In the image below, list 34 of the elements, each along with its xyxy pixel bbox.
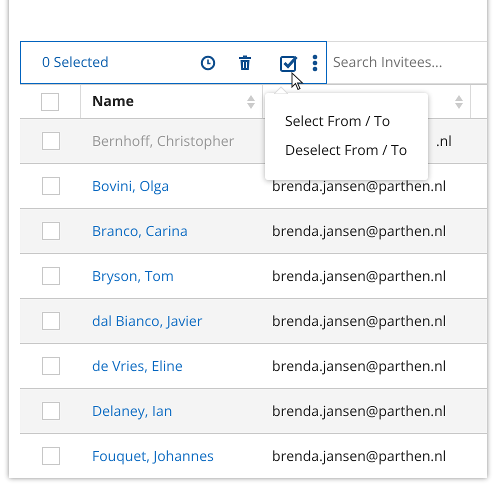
more-icon[interactable] <box>312 54 318 72</box>
email-cell: brenda.jansen@parthen.nl <box>272 220 446 242</box>
invitee-name[interactable]: de Vries, Eline <box>92 356 183 376</box>
invitee-name[interactable]: dal Bianco, Javier <box>92 310 202 332</box>
email-cell: brenda.jansen@parthen.nl <box>272 176 446 196</box>
invitee-name[interactable]: Fouquet, Johannes <box>92 446 214 466</box>
trash-icon[interactable] <box>238 54 252 70</box>
checkbox[interactable] <box>42 357 60 375</box>
checkbox[interactable] <box>42 402 60 420</box>
checkbox[interactable] <box>42 447 60 465</box>
checkbox-icon[interactable] <box>280 54 298 72</box>
checkbox[interactable] <box>42 312 60 330</box>
email-cell: brenda.jansen@parthen.nl <box>272 400 446 422</box>
email-cell: brenda.jansen@parthen.nl <box>272 356 446 376</box>
menu-item[interactable]: Select From / To <box>265 107 428 136</box>
search-field[interactable]: Search Invitees... <box>327 41 487 84</box>
invitee-name[interactable]: Bryson, Tom <box>92 266 174 286</box>
clock-icon[interactable] <box>200 54 216 70</box>
checkbox[interactable] <box>42 267 60 285</box>
column-header: Name <box>92 91 135 112</box>
checkbox[interactable] <box>42 222 60 240</box>
email-cell: brenda.jansen@parthen.nl <box>272 266 446 286</box>
checkbox[interactable] <box>42 177 60 195</box>
selected-count: 0 Selected <box>42 52 110 73</box>
invitee-name[interactable]: Bovini, Olga <box>92 176 170 196</box>
menu-item[interactable]: Deselect From / To <box>265 136 428 165</box>
email-cell: brenda.jansen@parthen.nl <box>272 310 446 332</box>
checkbox[interactable] <box>41 92 59 110</box>
email-cell: .nl <box>436 130 452 152</box>
email-cell: brenda.jansen@parthen.nl <box>272 446 446 466</box>
invitee-name[interactable]: Branco, Carina <box>92 220 188 242</box>
sort-icon[interactable] <box>247 94 255 108</box>
invitee-name[interactable]: Delaney, Ian <box>92 400 172 422</box>
sort-icon[interactable] <box>455 94 463 108</box>
